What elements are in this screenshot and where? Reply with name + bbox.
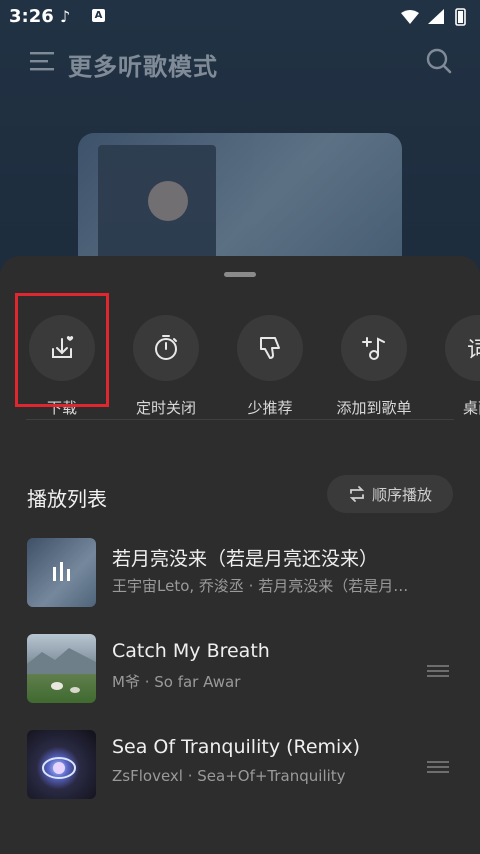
track-subtitle: 王宇宙Leto, 乔浚丞 · 若月亮没来（若是月… <box>112 577 409 595</box>
track-title: Catch My Breath <box>112 640 270 662</box>
divider <box>26 419 454 420</box>
track-subtitle: M爷 · So far Awar <box>112 673 241 691</box>
action-desktop-lyrics[interactable]: 词 桌面 <box>433 311 480 421</box>
signal-icon <box>428 9 444 24</box>
now-playing-bars-icon <box>27 538 96 607</box>
music-note-icon: ♪ <box>60 7 71 26</box>
desktop-lyrics-icon: 词 <box>466 338 480 363</box>
playlist-track[interactable]: Sea Of Tranquility (Remix) ZsFlovexl · S… <box>0 730 480 820</box>
page-title: 更多听歌模式 <box>68 53 218 81</box>
track-subtitle: ZsFlovexl · Sea+Of+Tranquility <box>112 767 346 785</box>
track-cover <box>27 634 96 703</box>
action-label: 少推荐 <box>247 399 293 417</box>
thumbs-down-icon <box>260 337 280 359</box>
status-bar: 3:26 ♪ A <box>0 0 480 34</box>
timer-icon <box>155 335 177 360</box>
drag-handle-icon[interactable] <box>427 664 449 678</box>
action-timer[interactable]: 定时关闭 <box>121 311 211 421</box>
album-moon-art <box>148 181 188 221</box>
play-order-label: 顺序播放 <box>371 485 432 504</box>
highlight-box <box>15 293 109 407</box>
repeat-order-icon <box>349 486 365 502</box>
track-title: 若月亮没来（若是月亮还没来） <box>112 548 379 570</box>
playlist-track[interactable]: 若月亮没来（若是月亮还没来） 王宇宙Leto, 乔浚丞 · 若月亮没来（若是月… <box>0 538 480 628</box>
top-header: 更多听歌模式 <box>0 38 480 88</box>
playlist-title: 播放列表 <box>27 487 107 511</box>
action-label: 桌面 <box>462 399 480 417</box>
action-label: 定时关闭 <box>135 399 196 417</box>
action-less-recommend[interactable]: 少推荐 <box>225 311 315 421</box>
status-icons <box>401 8 466 26</box>
drag-handle-icon[interactable] <box>427 760 449 774</box>
status-time: 3:26 <box>9 6 54 27</box>
sheet-drag-handle[interactable] <box>224 272 256 277</box>
wifi-icon <box>401 10 419 24</box>
track-cover <box>27 730 96 799</box>
action-add-to-playlist[interactable]: 添加到歌单 <box>329 311 419 421</box>
track-cover <box>27 538 96 607</box>
playlist-track[interactable]: Catch My Breath M爷 · So far Awar <box>0 634 480 724</box>
search-icon[interactable] <box>426 48 452 74</box>
play-order-button[interactable]: 顺序播放 <box>327 475 453 513</box>
app-notification-icon: A <box>92 9 105 22</box>
action-label: 添加到歌单 <box>336 399 412 417</box>
menu-icon[interactable] <box>30 50 54 72</box>
track-title: Sea Of Tranquility (Remix) <box>112 736 360 758</box>
add-to-playlist-icon <box>362 337 385 360</box>
